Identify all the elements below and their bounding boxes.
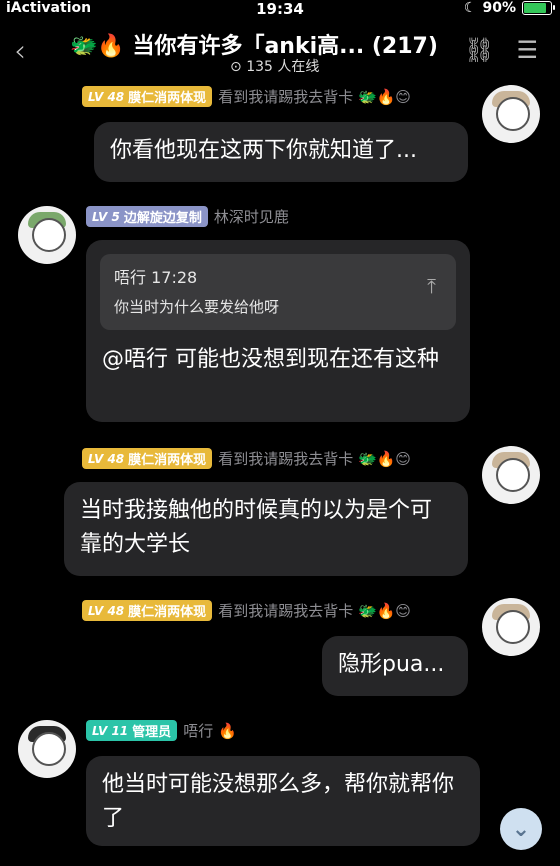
- message-bubble[interactable]: 隐形pua...: [322, 636, 468, 696]
- level-number: LV 5: [92, 209, 120, 224]
- battery-percent: 90%: [482, 0, 516, 16]
- chevron-down-icon: ⌄: [511, 816, 531, 842]
- battery-icon: [522, 1, 555, 15]
- badge-title: 膜仁消两体现: [128, 91, 207, 106]
- scroll-down-button[interactable]: ⌄: [500, 808, 542, 850]
- avatar[interactable]: [482, 598, 540, 656]
- badge-title: 膜仁消两体现: [128, 605, 207, 620]
- link-icon[interactable]: ⛓: [464, 36, 494, 64]
- avatar[interactable]: [482, 446, 540, 504]
- sender-name[interactable]: 林深时见鹿: [214, 206, 289, 227]
- header-actions: ⛓ ☰: [464, 36, 538, 64]
- level-badge: LV 11 管理员: [86, 720, 178, 741]
- message-meta: LV 11 管理员 唔行 🔥: [86, 720, 237, 741]
- message-text: 当时我接触他的时候真的以为是个可靠的大学长: [80, 498, 433, 557]
- jump-to-top-icon[interactable]: ⤒: [427, 274, 436, 298]
- status-right: ☾ 90%: [463, 0, 555, 16]
- sender-name[interactable]: 看到我请踢我去背卡 🐲🔥😊: [218, 448, 411, 469]
- online-count: ⊙ 135 人在线: [230, 56, 319, 76]
- badge-title: 管理员: [132, 725, 172, 740]
- message-text: 他当时可能没想那么多，帮你就帮你了: [102, 772, 455, 831]
- quote-body: 你当时为什么要发给他呀: [114, 298, 280, 316]
- quoted-message[interactable]: 唔行 17:28 你当时为什么要发给他呀 ⤒: [100, 254, 456, 330]
- menu-icon[interactable]: ☰: [516, 36, 538, 64]
- status-bar: iActivation 19:34 ☾ 90%: [0, 0, 560, 18]
- level-number: LV 48: [88, 451, 125, 466]
- message-meta: LV 48 膜仁消两体现 看到我请踢我去背卡 🐲🔥😊: [82, 448, 411, 469]
- level-number: LV 11: [92, 723, 129, 738]
- level-number: LV 48: [88, 603, 125, 618]
- avatar-face: [496, 610, 530, 644]
- badge-title: 膜仁消两体现: [128, 453, 207, 468]
- avatar[interactable]: [18, 720, 76, 778]
- quote-header: 唔行 17:28: [114, 268, 198, 287]
- sender-name[interactable]: 看到我请踢我去背卡 🐲🔥😊: [218, 600, 411, 621]
- avatar-face: [496, 458, 530, 492]
- chat-header: ‹ 🐲🔥 当你有许多「anki高... (217) ⊙ 135 人在线 ⛓ ☰: [0, 20, 560, 78]
- message-meta: LV 48 膜仁消两体现 看到我请踢我去背卡 🐲🔥😊: [82, 600, 411, 621]
- avatar-face: [32, 732, 66, 766]
- message-text: 你看他现在这两下你就知道了...: [110, 138, 417, 163]
- avatar[interactable]: [18, 206, 76, 264]
- message-bubble[interactable]: 当时我接触他的时候真的以为是个可靠的大学长: [64, 482, 468, 576]
- battery-fill: [524, 3, 546, 13]
- level-number: LV 48: [88, 89, 125, 104]
- sender-name[interactable]: 看到我请踢我去背卡 🐲🔥😊: [218, 86, 411, 107]
- back-chevron-icon[interactable]: ‹: [14, 34, 26, 69]
- moon-icon: ☾: [463, 0, 477, 16]
- badge-title: 边解旋边复制: [123, 211, 202, 226]
- level-badge: LV 48 膜仁消两体现: [82, 86, 213, 107]
- level-badge: LV 48 膜仁消两体现: [82, 600, 213, 621]
- message-meta: LV 5 边解旋边复制 林深时见鹿: [86, 206, 289, 227]
- message-text: 隐形pua...: [338, 652, 445, 677]
- online-icon: ⊙: [230, 59, 247, 75]
- avatar-face: [32, 218, 66, 252]
- message-meta: LV 48 膜仁消两体现 看到我请踢我去背卡 🐲🔥😊: [82, 86, 411, 107]
- avatar[interactable]: [482, 85, 540, 143]
- sender-name[interactable]: 唔行 🔥: [183, 720, 236, 741]
- message-bubble[interactable]: 他当时可能没想那么多，帮你就帮你了: [86, 756, 480, 846]
- level-badge: LV 48 膜仁消两体现: [82, 448, 213, 469]
- avatar-face: [496, 97, 530, 131]
- message-bubble[interactable]: 你看他现在这两下你就知道了...: [94, 122, 468, 182]
- online-count-label: 135 人在线: [246, 59, 320, 75]
- level-badge: LV 5 边解旋边复制: [86, 206, 208, 227]
- message-text: @唔行 可能也没想到现在还有这种: [102, 347, 439, 372]
